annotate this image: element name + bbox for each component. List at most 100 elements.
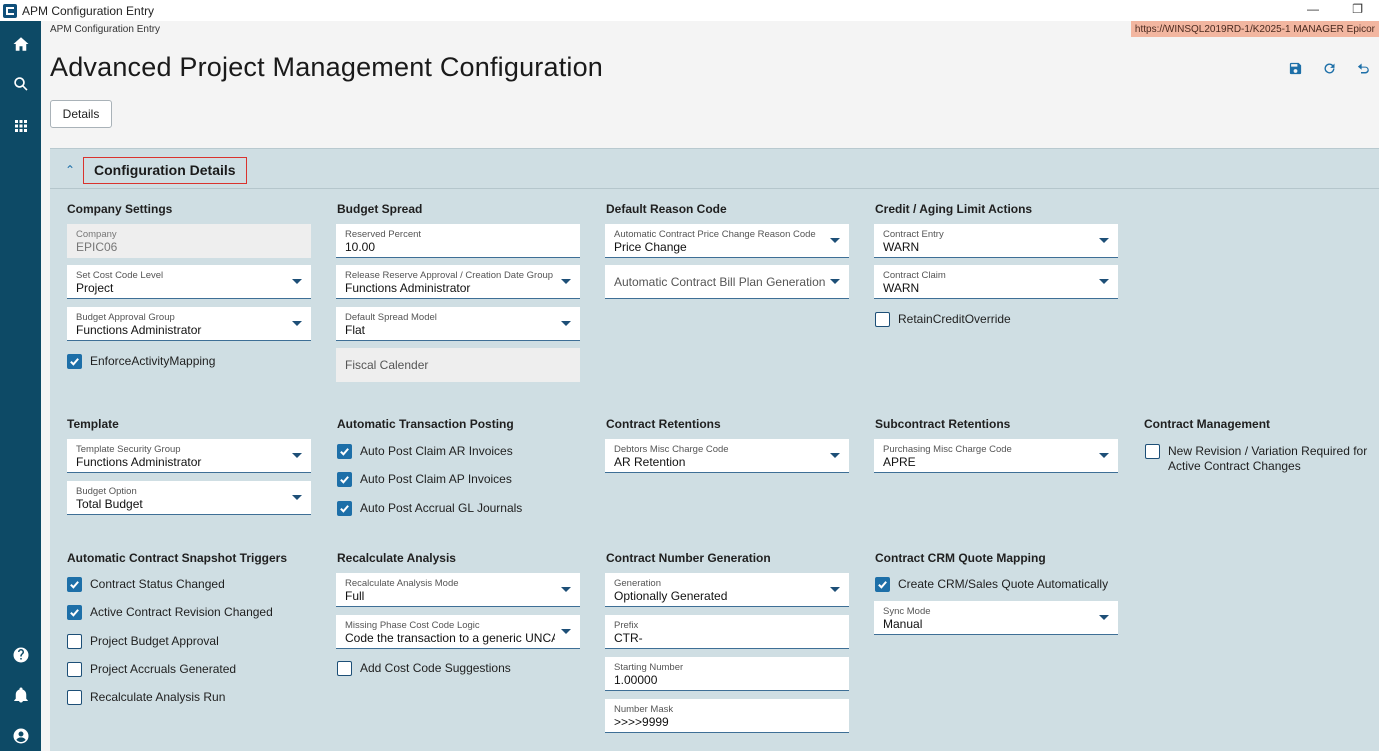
retain-credit-override-checkbox[interactable]: RetainCreditOverride bbox=[875, 312, 1011, 327]
template-security-group-value: Functions Administrator bbox=[76, 455, 202, 469]
purchasing-misc-charge-select[interactable]: Purchasing Misc Charge Code APRE bbox=[874, 439, 1118, 473]
budget-approval-group-select[interactable]: Budget Approval Group Functions Administ… bbox=[67, 307, 311, 341]
contract-claim-select[interactable]: Contract Claim WARN bbox=[874, 265, 1118, 299]
generation-select[interactable]: Generation Optionally Generated bbox=[605, 573, 849, 607]
bill-plan-reason-select[interactable]: Automatic Contract Bill Plan Generation … bbox=[605, 265, 849, 299]
help-icon[interactable] bbox=[11, 645, 30, 664]
dropdown-caret-icon[interactable] bbox=[830, 453, 840, 458]
number-mask-value: >>>>9999 bbox=[614, 715, 669, 729]
trigger-revision-changed-checkbox[interactable]: Active Contract Revision Changed bbox=[67, 605, 273, 620]
checkbox-unchecked-icon[interactable] bbox=[1145, 444, 1160, 459]
auto-post-ar-label: Auto Post Claim AR Invoices bbox=[360, 444, 513, 458]
budget-option-select[interactable]: Budget Option Total Budget bbox=[67, 481, 311, 515]
prefix-label: Prefix bbox=[614, 620, 639, 631]
reserved-percent-label: Reserved Percent bbox=[345, 229, 422, 240]
save-icon[interactable] bbox=[1287, 60, 1303, 76]
checkbox-checked-icon[interactable] bbox=[337, 444, 352, 459]
template-security-group-select[interactable]: Template Security Group Functions Admini… bbox=[67, 439, 311, 473]
reserved-percent-input[interactable]: Reserved Percent 10.00 bbox=[336, 224, 580, 258]
bell-icon[interactable] bbox=[11, 685, 30, 704]
default-reason-code-title: Default Reason Code bbox=[606, 202, 727, 216]
dropdown-caret-icon[interactable] bbox=[830, 587, 840, 592]
panel-title[interactable]: Configuration Details bbox=[83, 157, 247, 184]
starting-number-input[interactable]: Starting Number 1.00000 bbox=[605, 657, 849, 691]
dropdown-caret-icon[interactable] bbox=[292, 279, 302, 284]
checkbox-checked-icon[interactable] bbox=[67, 577, 82, 592]
prefix-input[interactable]: Prefix CTR- bbox=[605, 615, 849, 649]
price-change-reason-label: Automatic Contract Price Change Reason C… bbox=[614, 229, 816, 240]
default-spread-model-select[interactable]: Default Spread Model Flat bbox=[336, 307, 580, 341]
checkbox-checked-icon[interactable] bbox=[67, 605, 82, 620]
trigger-contract-status-label: Contract Status Changed bbox=[90, 577, 225, 591]
checkbox-checked-icon[interactable] bbox=[875, 577, 890, 592]
refresh-icon[interactable] bbox=[1321, 60, 1337, 76]
dropdown-caret-icon[interactable] bbox=[830, 279, 840, 284]
add-cost-code-suggestions-checkbox[interactable]: Add Cost Code Suggestions bbox=[337, 661, 511, 676]
breadcrumb: APM Configuration Entry bbox=[50, 24, 161, 35]
dropdown-caret-icon[interactable] bbox=[1099, 615, 1109, 620]
checkbox-checked-icon[interactable] bbox=[337, 472, 352, 487]
template-security-group-label: Template Security Group bbox=[76, 444, 181, 455]
trigger-contract-status-checkbox[interactable]: Contract Status Changed bbox=[67, 577, 225, 592]
dropdown-caret-icon[interactable] bbox=[561, 279, 571, 284]
dropdown-caret-icon[interactable] bbox=[292, 321, 302, 326]
template-title: Template bbox=[67, 417, 119, 431]
user-icon[interactable] bbox=[11, 726, 30, 745]
details-button[interactable]: Details bbox=[50, 100, 112, 128]
checkbox-unchecked-icon[interactable] bbox=[337, 661, 352, 676]
recalculate-mode-select[interactable]: Recalculate Analysis Mode Full bbox=[336, 573, 580, 607]
auto-post-ar-checkbox[interactable]: Auto Post Claim AR Invoices bbox=[337, 444, 513, 459]
company-label: Company bbox=[76, 229, 117, 240]
trigger-recalculate-run-checkbox[interactable]: Recalculate Analysis Run bbox=[67, 690, 225, 705]
restore-button[interactable]: ❐ bbox=[1352, 2, 1363, 16]
contract-entry-select[interactable]: Contract Entry WARN bbox=[874, 224, 1118, 258]
dropdown-caret-icon[interactable] bbox=[561, 587, 571, 592]
company-settings-title: Company Settings bbox=[67, 202, 173, 216]
trigger-budget-approval-checkbox[interactable]: Project Budget Approval bbox=[67, 634, 219, 649]
recalculate-analysis-title: Recalculate Analysis bbox=[337, 551, 456, 565]
checkbox-checked-icon[interactable] bbox=[337, 501, 352, 516]
number-mask-input[interactable]: Number Mask >>>>9999 bbox=[605, 699, 849, 733]
reserved-percent-value: 10.00 bbox=[345, 240, 376, 254]
new-revision-required-checkbox[interactable]: New Revision / Variation Required for Ac… bbox=[1145, 444, 1367, 474]
fiscal-calendar-placeholder: Fiscal Calender bbox=[345, 358, 429, 372]
create-crm-quote-checkbox[interactable]: Create CRM/Sales Quote Automatically bbox=[875, 577, 1108, 592]
dropdown-caret-icon[interactable] bbox=[830, 238, 840, 243]
auto-post-accrual-checkbox[interactable]: Auto Post Accrual GL Journals bbox=[337, 501, 522, 516]
checkbox-unchecked-icon[interactable] bbox=[67, 634, 82, 649]
bill-plan-reason-placeholder: Automatic Contract Bill Plan Generation … bbox=[614, 275, 826, 289]
dropdown-caret-icon[interactable] bbox=[561, 321, 571, 326]
dropdown-caret-icon[interactable] bbox=[1099, 238, 1109, 243]
missing-phase-logic-select[interactable]: Missing Phase Cost Code Logic Code the t… bbox=[336, 615, 580, 649]
minimize-button[interactable]: — bbox=[1307, 2, 1319, 16]
auto-post-ap-label: Auto Post Claim AP Invoices bbox=[360, 472, 512, 486]
checkbox-unchecked-icon[interactable] bbox=[67, 690, 82, 705]
purchasing-misc-charge-label: Purchasing Misc Charge Code bbox=[883, 444, 1012, 455]
auto-post-ap-checkbox[interactable]: Auto Post Claim AP Invoices bbox=[337, 472, 512, 487]
enforce-activity-mapping-checkbox[interactable]: EnforceActivityMapping bbox=[67, 354, 215, 369]
dropdown-caret-icon[interactable] bbox=[1099, 453, 1109, 458]
search-icon[interactable] bbox=[11, 74, 30, 93]
trigger-accruals-generated-checkbox[interactable]: Project Accruals Generated bbox=[67, 662, 236, 677]
cost-code-level-select[interactable]: Set Cost Code Level Project bbox=[67, 265, 311, 299]
dropdown-caret-icon[interactable] bbox=[1099, 279, 1109, 284]
company-value: EPIC06 bbox=[76, 240, 118, 254]
apps-grid-icon[interactable] bbox=[11, 116, 30, 135]
fiscal-calendar-field[interactable]: Fiscal Calender bbox=[336, 348, 580, 382]
prefix-value: CTR- bbox=[614, 631, 643, 645]
dropdown-caret-icon[interactable] bbox=[292, 453, 302, 458]
checkbox-unchecked-icon[interactable] bbox=[875, 312, 890, 327]
checkbox-unchecked-icon[interactable] bbox=[67, 662, 82, 677]
sync-mode-select[interactable]: Sync Mode Manual bbox=[874, 601, 1118, 635]
home-icon[interactable] bbox=[11, 34, 30, 53]
generation-value: Optionally Generated bbox=[614, 589, 728, 603]
crm-mapping-title: Contract CRM Quote Mapping bbox=[875, 551, 1046, 565]
dropdown-caret-icon[interactable] bbox=[292, 495, 302, 500]
checkbox-checked-icon[interactable] bbox=[67, 354, 82, 369]
price-change-reason-select[interactable]: Automatic Contract Price Change Reason C… bbox=[605, 224, 849, 258]
release-reserve-group-select[interactable]: Release Reserve Approval / Creation Date… bbox=[336, 265, 580, 299]
undo-icon[interactable] bbox=[1355, 60, 1371, 76]
dropdown-caret-icon[interactable] bbox=[561, 629, 571, 634]
debtors-misc-charge-select[interactable]: Debtors Misc Charge Code AR Retention bbox=[605, 439, 849, 473]
chevron-up-icon[interactable]: ⌃ bbox=[65, 163, 75, 177]
